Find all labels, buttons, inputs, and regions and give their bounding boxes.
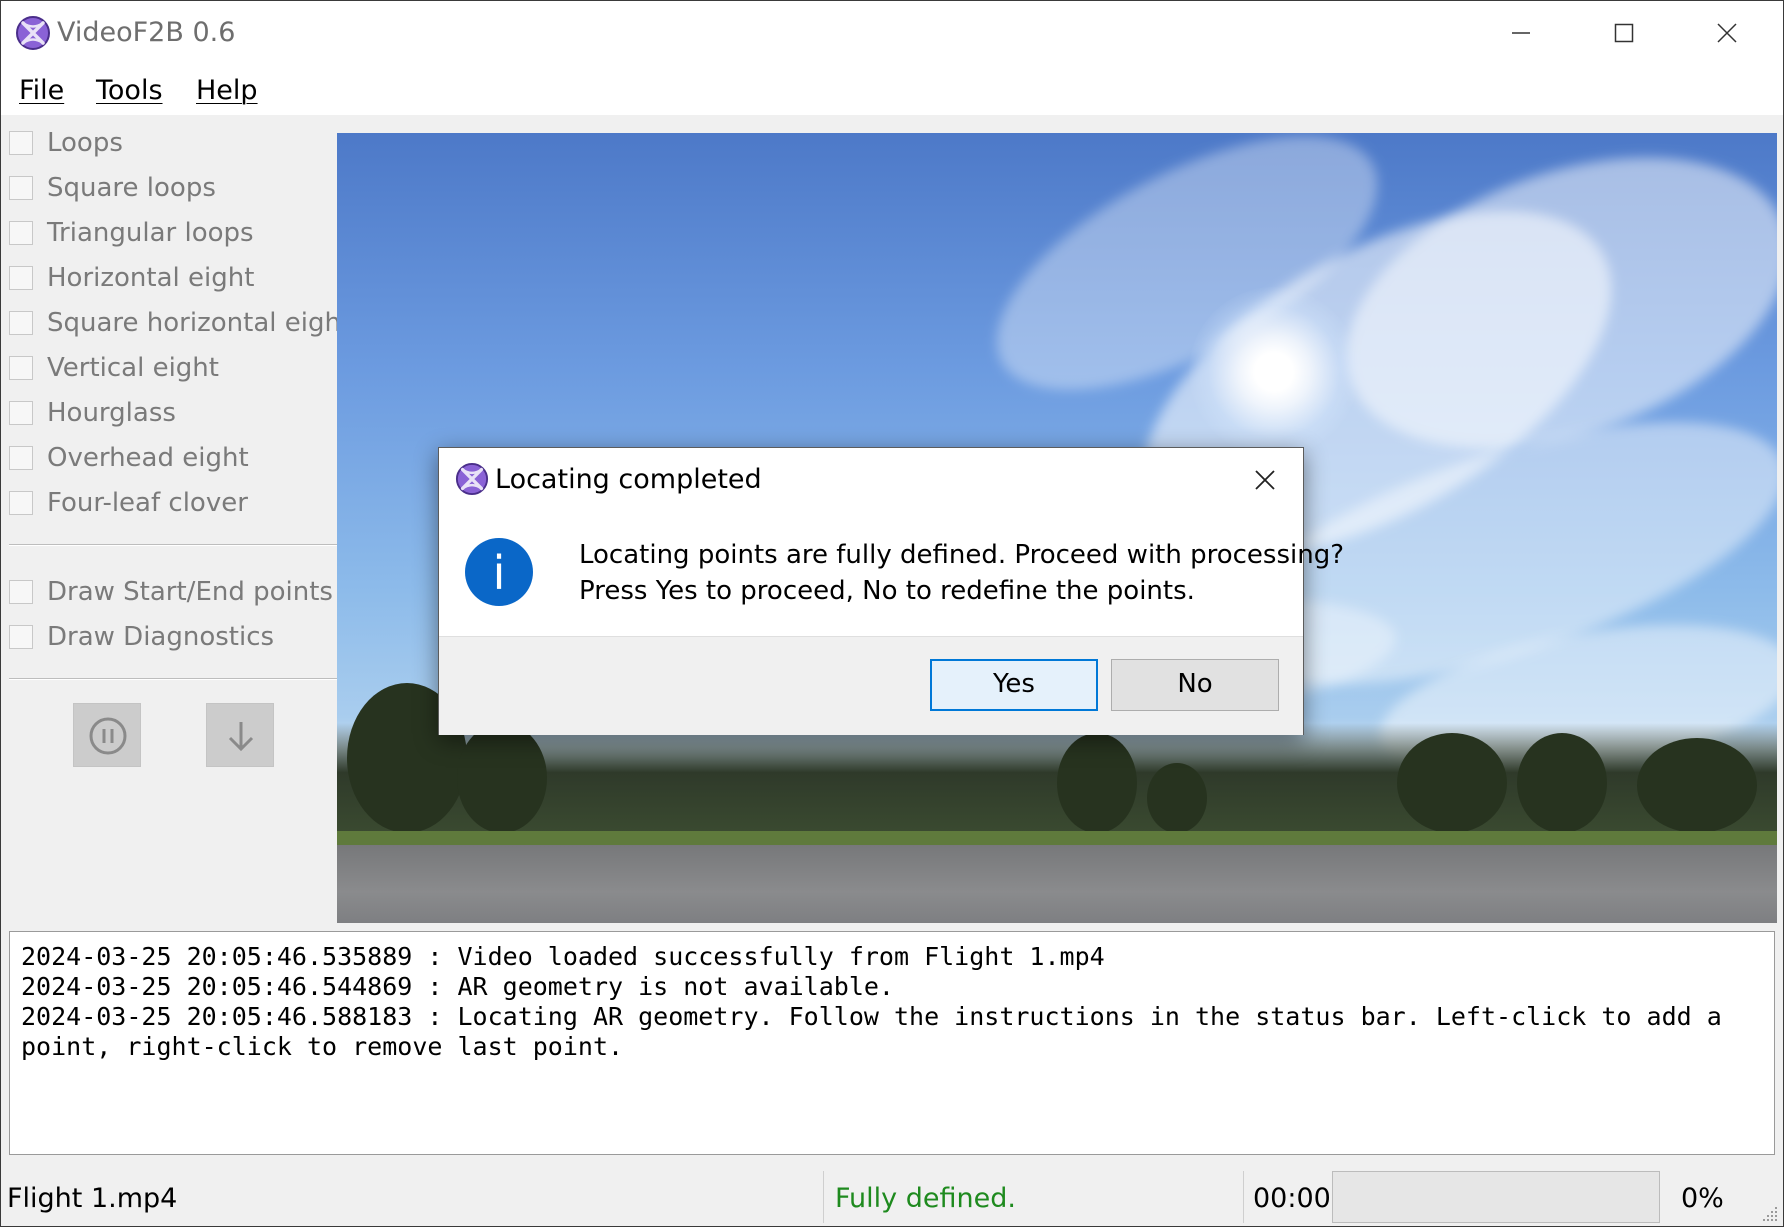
tree	[1397, 733, 1507, 833]
next-button[interactable]	[206, 703, 274, 767]
status-divider	[823, 1171, 824, 1223]
log-line: point, right-click to remove last point.	[21, 1032, 624, 1061]
title-bar[interactable]: VideoF2B 0.6	[1, 1, 1783, 65]
minimize-button[interactable]	[1471, 1, 1571, 65]
checkbox-label: Horizontal eight	[47, 263, 255, 293]
status-message: Fully defined.	[835, 1183, 1016, 1214]
log-line: 2024-03-25 20:05:46.535889 : Video loade…	[21, 942, 1105, 971]
checkbox[interactable]	[9, 401, 33, 425]
status-divider	[1243, 1171, 1244, 1223]
info-glyph: i	[492, 546, 506, 600]
arrow-down-icon	[228, 722, 254, 752]
checkbox-label: Overhead eight	[47, 443, 249, 473]
checkbox[interactable]	[9, 625, 33, 649]
checkbox-label: Vertical eight	[47, 353, 219, 383]
close-icon	[1717, 23, 1737, 43]
close-icon	[1255, 470, 1275, 490]
info-icon: i	[465, 538, 533, 606]
checkbox-label: Four-leaf clover	[47, 488, 248, 518]
checkbox-label: Square loops	[47, 173, 216, 203]
sun	[1189, 287, 1359, 457]
minimize-icon	[1512, 32, 1530, 34]
status-filename: Flight 1.mp4	[7, 1183, 178, 1214]
dialog-message-line-2: Press Yes to proceed, No to redefine the…	[579, 576, 1195, 606]
window-title: VideoF2B 0.6	[57, 17, 236, 48]
menu-file[interactable]: File	[19, 75, 64, 106]
checkbox[interactable]	[9, 176, 33, 200]
yes-button[interactable]: Yes	[930, 659, 1098, 711]
checkbox[interactable]	[9, 266, 33, 290]
pause-icon	[89, 717, 127, 755]
maximize-button[interactable]	[1574, 1, 1674, 65]
app-logo-icon	[455, 462, 489, 496]
progress-percent: 0%	[1681, 1183, 1724, 1214]
divider	[9, 678, 337, 680]
checkbox[interactable]	[9, 221, 33, 245]
log-line: 2024-03-25 20:05:46.588183 : Locating AR…	[21, 1002, 1722, 1031]
checkbox-label: Triangular loops	[47, 218, 254, 248]
dialog-button-bar: Yes No	[439, 636, 1303, 735]
status-bar: Flight 1.mp4 Fully defined. 00:00 0%	[1, 1163, 1783, 1226]
checkbox[interactable]	[9, 356, 33, 380]
tree	[1147, 763, 1207, 833]
checkbox-label: Loops	[47, 128, 123, 158]
resize-grip-icon[interactable]	[1761, 1205, 1779, 1223]
log-output[interactable]: 2024-03-25 20:05:46.535889 : Video loade…	[9, 931, 1775, 1155]
pause-button[interactable]	[73, 703, 141, 767]
menu-tools[interactable]: Tools	[96, 75, 163, 106]
checkbox-label: Hourglass	[47, 398, 176, 428]
tree	[457, 723, 547, 833]
tree	[1517, 733, 1607, 833]
checkbox[interactable]	[9, 580, 33, 604]
ground	[337, 845, 1777, 923]
divider	[9, 544, 337, 546]
figure-panel: Loops Square loops Triangular loops Hori…	[1, 121, 351, 931]
menu-help[interactable]: Help	[196, 75, 258, 106]
dialog-message-line-1: Locating points are fully defined. Proce…	[579, 540, 1345, 570]
checkbox-label: Draw Start/End points	[47, 577, 333, 607]
maximize-icon	[1614, 23, 1634, 43]
app-logo-icon	[16, 16, 50, 50]
checkbox-label: Square horizontal eight	[47, 308, 352, 338]
checkbox[interactable]	[9, 446, 33, 470]
locating-completed-dialog: Locating completed i Locating points are…	[438, 447, 1344, 735]
status-time: 00:00	[1253, 1183, 1331, 1214]
progress-bar	[1332, 1171, 1660, 1223]
close-window-button[interactable]	[1677, 1, 1777, 65]
checkbox[interactable]	[9, 311, 33, 335]
checkbox-label: Draw Diagnostics	[47, 622, 275, 652]
dialog-title: Locating completed	[495, 464, 762, 495]
checkbox[interactable]	[9, 131, 33, 155]
checkbox[interactable]	[9, 491, 33, 515]
app-window: VideoF2B 0.6 File Tools Help Loops Squar…	[0, 0, 1784, 1227]
menu-bar: File Tools Help	[1, 65, 1783, 115]
dialog-close-button[interactable]	[1245, 460, 1285, 500]
log-line: 2024-03-25 20:05:46.544869 : AR geometry…	[21, 972, 894, 1001]
no-button[interactable]: No	[1111, 659, 1279, 711]
tree	[1637, 738, 1757, 833]
tree	[1057, 733, 1137, 833]
